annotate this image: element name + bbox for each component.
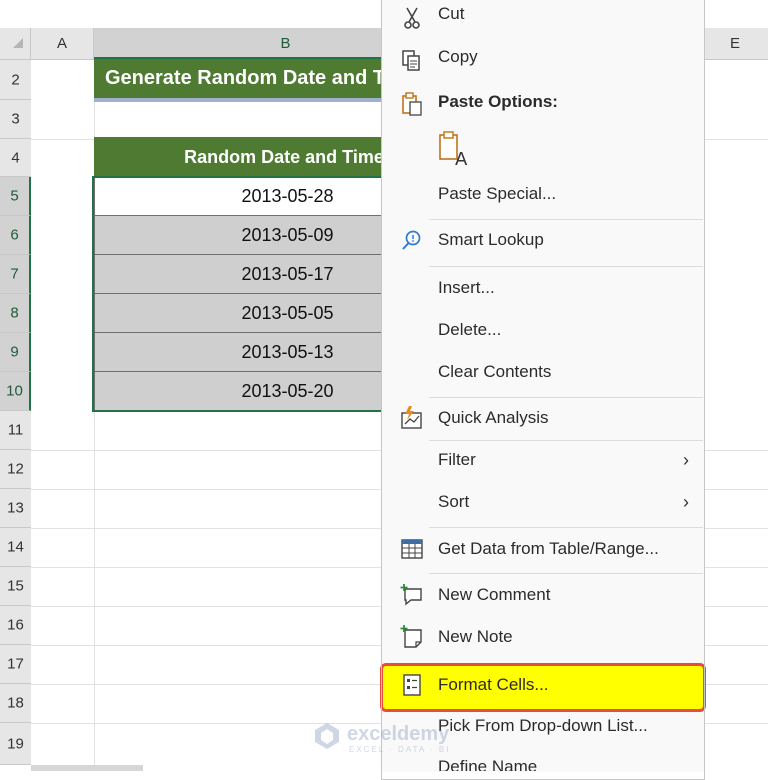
menu-item-sort[interactable]: Sort ›: [381, 492, 703, 520]
menu-item-cut[interactable]: Cut: [381, 4, 703, 34]
select-all-triangle[interactable]: [13, 38, 23, 48]
row-header[interactable]: 6: [0, 216, 31, 255]
table-cell[interactable]: 2013-05-17: [94, 255, 384, 294]
row-header[interactable]: 10: [0, 372, 31, 411]
menu-label: Clear Contents: [438, 362, 552, 381]
chevron-right-icon: ›: [683, 492, 689, 512]
menu-label: Filter: [438, 450, 476, 469]
menu-item-format-cells[interactable]: Format Cells...: [381, 674, 703, 703]
paste-option-button[interactable]: A: [436, 128, 472, 170]
exceldemy-logo-icon: [315, 723, 339, 749]
menu-label: New Note: [438, 627, 513, 646]
row-header[interactable]: 4: [0, 139, 31, 177]
row-header[interactable]: 7: [0, 255, 31, 294]
menu-label: Insert...: [438, 278, 495, 297]
copy-icon: [402, 50, 420, 71]
row-header[interactable]: 15: [0, 567, 31, 606]
menu-item-new-comment[interactable]: New Comment: [381, 584, 703, 613]
table-icon: [401, 539, 423, 559]
table-cell[interactable]: 2013-05-05: [94, 294, 384, 333]
row-header[interactable]: 19: [0, 723, 31, 765]
row-header[interactable]: 12: [0, 450, 31, 489]
row-header[interactable]: 9: [0, 333, 31, 372]
menu-item-insert[interactable]: Insert...: [381, 278, 703, 306]
menu-label: Pick From Drop-down List...: [438, 716, 648, 735]
watermark-name: exceldemy: [347, 723, 450, 745]
menu-label: Paste Special...: [438, 184, 557, 203]
table-cell[interactable]: 2013-05-13: [94, 333, 384, 372]
menu-separator: [429, 397, 703, 398]
menu-label: Sort: [438, 492, 470, 511]
menu-label: Define Name: [438, 757, 538, 771]
scissors-icon: [404, 7, 420, 29]
menu-label: Quick Analysis: [438, 408, 549, 427]
menu-item-quick-analysis[interactable]: Quick Analysis: [381, 406, 703, 436]
menu-separator: [429, 219, 703, 220]
row-header[interactable]: 14: [0, 528, 31, 567]
format-cells-icon: [403, 674, 421, 696]
paste-values-icon: A: [439, 131, 468, 170]
menu-label: Paste Options:: [438, 92, 558, 111]
row-header[interactable]: 18: [0, 684, 31, 723]
menu-label: Cut: [438, 4, 465, 23]
menu-item-define-name[interactable]: Define Name: [381, 757, 703, 771]
row-header[interactable]: 17: [0, 645, 31, 684]
menu-item-copy[interactable]: Copy: [381, 47, 703, 77]
menu-label: Smart Lookup: [438, 230, 544, 249]
column-header-e[interactable]: E: [702, 28, 768, 59]
menu-item-get-data[interactable]: Get Data from Table/Range...: [381, 539, 703, 567]
menu-separator: [429, 266, 703, 267]
search-icon: [402, 230, 421, 250]
menu-label: Delete...: [438, 320, 502, 339]
menu-label: Copy: [438, 47, 478, 66]
chevron-right-icon: ›: [683, 450, 689, 470]
menu-item-paste-special[interactable]: Paste Special...: [381, 184, 703, 212]
menu-item-delete[interactable]: Delete...: [381, 320, 703, 348]
horizontal-scrollbar[interactable]: [31, 765, 143, 771]
note-icon: [400, 625, 422, 648]
row-header[interactable]: 2: [0, 60, 31, 100]
table-cell[interactable]: 2013-05-28: [94, 177, 384, 216]
row-header[interactable]: 16: [0, 606, 31, 645]
menu-label: Get Data from Table/Range...: [438, 539, 659, 558]
row-header[interactable]: 8: [0, 294, 31, 333]
svg-text:A: A: [455, 149, 468, 168]
menu-separator: [429, 440, 703, 441]
title-underline: [94, 98, 384, 102]
table-header[interactable]: Random Date and Time: [94, 137, 384, 177]
sheet-title[interactable]: Generate Random Date and Time: [94, 59, 384, 98]
menu-item-paste-options: Paste Options:: [381, 92, 703, 120]
menu-item-clear-contents[interactable]: Clear Contents: [381, 362, 703, 390]
menu-label: New Comment: [438, 585, 551, 604]
quick-analysis-icon: [401, 406, 422, 429]
row-header[interactable]: 13: [0, 489, 31, 528]
menu-item-new-note[interactable]: New Note: [381, 625, 703, 655]
column-header-a[interactable]: A: [31, 28, 94, 59]
menu-item-smart-lookup[interactable]: Smart Lookup: [381, 230, 703, 258]
clipboard-icon: [402, 92, 422, 116]
menu-separator: [429, 573, 703, 574]
row-header[interactable]: 11: [0, 411, 31, 450]
watermark-tagline: EXCEL · DATA · BI: [349, 745, 451, 754]
row-header[interactable]: 3: [0, 100, 31, 139]
comment-icon: [400, 584, 422, 606]
table-cell[interactable]: 2013-05-20: [94, 372, 384, 411]
row-header[interactable]: 5: [0, 177, 31, 216]
menu-item-filter[interactable]: Filter ›: [381, 450, 703, 478]
menu-label: Format Cells...: [438, 675, 549, 694]
menu-separator: [429, 527, 703, 528]
table-cell[interactable]: 2013-05-09: [94, 216, 384, 255]
